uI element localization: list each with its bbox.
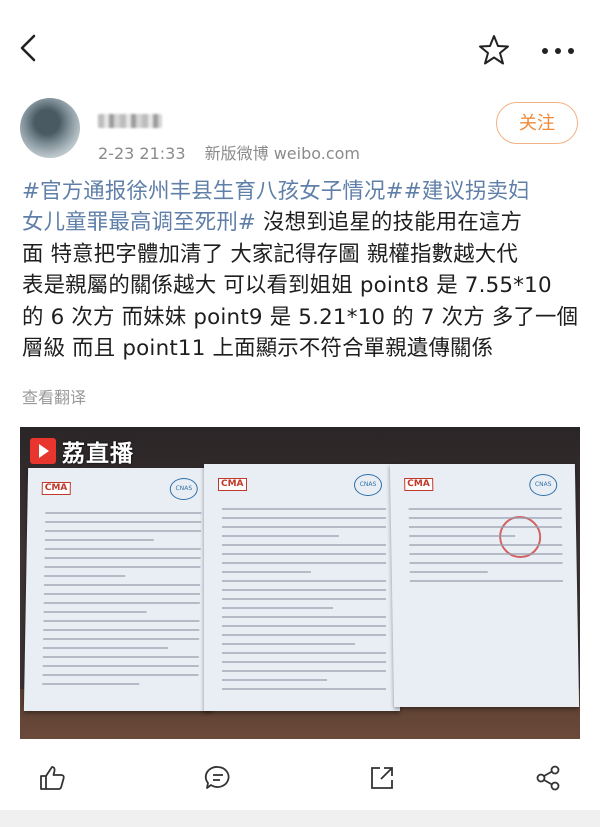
document-text-line [222, 553, 386, 555]
post-date: 2-23 21:33 [98, 144, 186, 163]
document-text-line [222, 688, 386, 690]
document-text-line [43, 593, 200, 595]
avatar[interactable] [20, 98, 80, 158]
document-text-line [409, 553, 563, 555]
document-text-line [45, 521, 202, 523]
document-text-line [408, 526, 562, 528]
cma-logo: CMA [404, 478, 433, 491]
document-text-line [42, 674, 199, 676]
document-text-line [43, 629, 200, 631]
document-text-line [45, 512, 202, 514]
document-text-line [222, 580, 386, 582]
red-stamp [498, 516, 542, 558]
document-text-line [409, 580, 563, 582]
post-text-line: 女儿童罪最高调至死刑# 沒想到追星的技能用在這方 [22, 207, 582, 238]
post-text-line: 層級 而且 point11 上面顯示不符合單親遺傳關係 [22, 333, 582, 364]
cnas-logo: CNAS [529, 474, 558, 496]
document-text-line [222, 679, 327, 681]
document-text-line [222, 670, 386, 672]
document-text-line [222, 616, 386, 618]
share-icon[interactable] [368, 764, 396, 792]
document-text-line [222, 517, 386, 519]
document-text-line [43, 620, 200, 622]
document-text-line [44, 548, 201, 550]
document-text-line [222, 571, 311, 573]
post-meta: 2-23 21:33 新版微博 weibo.com [98, 140, 360, 164]
forward-icon[interactable] [534, 764, 562, 792]
comment-icon[interactable] [204, 764, 232, 792]
hashtag-link[interactable]: 女儿童罪最高调至死刑# [22, 210, 256, 235]
hashtag-link[interactable]: #官方通报徐州丰县生育八孩女子情况##建议拐卖妇 [22, 179, 530, 204]
cma-logo: CMA [218, 478, 247, 491]
cma-logo: CMA [41, 482, 71, 495]
document-text-line [408, 508, 562, 510]
action-bar [0, 752, 600, 802]
video-watermark: 荔直播 [30, 433, 134, 469]
document-text-line [222, 652, 386, 654]
document-text-line [222, 625, 386, 627]
document-text-line [42, 647, 168, 649]
post-text: 沒想到追星的技能用在這方 [256, 210, 523, 236]
back-arrow-icon[interactable] [18, 34, 40, 62]
document-text-line [45, 530, 202, 532]
post-content: #官方通报徐州丰县生育八孩女子情况##建议拐卖妇 女儿童罪最高调至死刑# 沒想到追… [22, 176, 582, 364]
top-bar [0, 0, 600, 80]
document-text-line [44, 539, 154, 541]
username[interactable] [98, 114, 162, 128]
watermark-text: 荔直播 [62, 441, 134, 467]
post-text-line: 的 6 次方 而妹妹 point9 是 5.21*10 的 7 次方 多了一個 [22, 302, 582, 333]
document-text-line [222, 661, 386, 663]
document-text-line [222, 544, 386, 546]
post-source: 新版微博 weibo.com [204, 144, 360, 163]
document-text-line [43, 611, 147, 613]
report-page-2: CMA CNAS [204, 464, 400, 711]
document-text-line [222, 643, 355, 645]
document-text-line [408, 517, 562, 519]
document-text-line [222, 535, 339, 537]
post-header: 2-23 21:33 新版微博 weibo.com 关注 [0, 92, 600, 172]
post-text: 層級 而且 point11 上面顯示不符合單親遺傳關係 [22, 335, 494, 361]
document-text-line [222, 634, 386, 636]
document-text-line [42, 656, 199, 658]
document-text-line [409, 562, 563, 564]
document-text-line [409, 544, 563, 546]
report-page-1: CMA CNAS [23, 468, 217, 711]
follow-button[interactable]: 关注 [496, 102, 578, 144]
document-text-line [44, 584, 201, 586]
post-text: 面 特意把字體加清了 大家記得存圖 親權指數越大代 [22, 241, 518, 267]
document-text-line [222, 598, 386, 600]
post-text: 表是親屬的關係越大 可以看到姐姐 point8 是 7.55*10 [22, 273, 552, 299]
more-options-icon[interactable] [540, 45, 576, 57]
document-text-line [222, 589, 386, 591]
document-text-line [409, 571, 488, 573]
like-icon[interactable] [38, 764, 66, 792]
post-image[interactable]: CMA CNAS CMA CNAS CMA CNAS 荔直播 [20, 427, 580, 739]
document-text-line [222, 526, 386, 528]
post-text-line: 面 特意把字體加清了 大家記得存圖 親權指數越大代 [22, 239, 582, 270]
play-logo-icon [30, 438, 56, 464]
document-text-line [42, 665, 199, 667]
document-text-line [409, 535, 516, 537]
document-text-line [222, 508, 386, 510]
post-text: 的 6 次方 而妹妹 point9 是 5.21*10 的 7 次方 多了一個 [22, 304, 579, 330]
document-text-line [42, 683, 140, 685]
document-text-line [44, 566, 201, 568]
report-page-3: CMA CNAS [389, 464, 580, 707]
cnas-logo: CNAS [354, 474, 382, 496]
document-text-line [222, 562, 386, 564]
cnas-logo: CNAS [169, 478, 198, 500]
document-text-line [43, 602, 200, 604]
bottom-divider [0, 810, 600, 827]
document-text-line [222, 607, 333, 609]
document-text-line [44, 575, 126, 577]
star-icon[interactable] [478, 34, 510, 66]
translate-link[interactable]: 查看翻译 [22, 384, 86, 408]
document-text-line [44, 557, 201, 559]
post-text-line: #官方通报徐州丰县生育八孩女子情况##建议拐卖妇 [22, 176, 582, 207]
post-text-line: 表是親屬的關係越大 可以看到姐姐 point8 是 7.55*10 [22, 270, 582, 301]
document-text-line [43, 638, 200, 640]
